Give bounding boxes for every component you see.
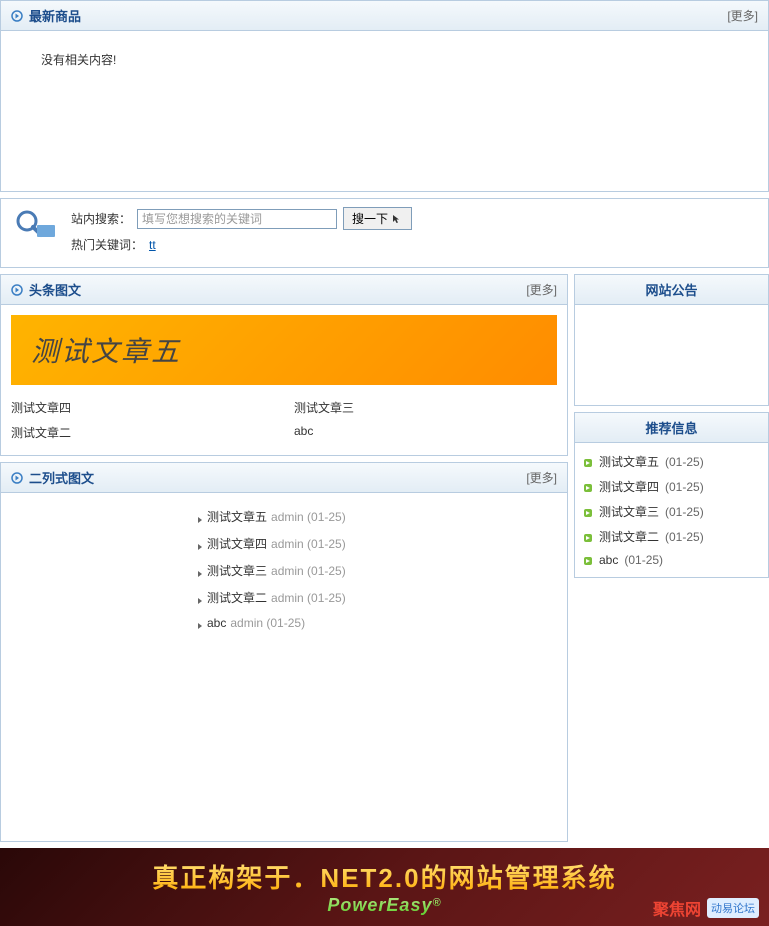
- cursor-icon: [391, 214, 403, 224]
- banner-title: 测试文章五: [31, 330, 537, 370]
- search-panel: 站内搜索： 搜一下 热门关键词： tt: [0, 198, 769, 268]
- triangle-icon: [197, 540, 203, 548]
- more-link[interactable]: [更多]: [526, 281, 557, 298]
- search-magnifier-icon: [11, 207, 59, 239]
- side-item: 测试文章三 (01-25): [583, 499, 760, 524]
- side-item: 测试文章二 (01-25): [583, 524, 760, 549]
- side-item-title[interactable]: 测试文章五: [599, 453, 659, 470]
- announce-body: [575, 305, 768, 405]
- twocol-list: 测试文章五admin (01-25)测试文章四admin (01-25)测试文章…: [191, 503, 557, 635]
- side-item-title[interactable]: abc: [599, 553, 618, 567]
- side-item-title[interactable]: 测试文章四: [599, 478, 659, 495]
- arrow-icon: [11, 284, 23, 296]
- side-item: 测试文章五 (01-25): [583, 449, 760, 474]
- list-item-meta: admin (01-25): [271, 537, 346, 551]
- more-link[interactable]: [更多]: [526, 469, 557, 486]
- triangle-icon: [197, 567, 203, 575]
- headline-links: 测试文章四 测试文章三 测试文章二 abc: [11, 395, 557, 445]
- more-link[interactable]: [更多]: [727, 7, 758, 24]
- panel-title: 二列式图文: [29, 468, 94, 487]
- bullet-icon: [583, 555, 593, 565]
- side-item: 测试文章四 (01-25): [583, 474, 760, 499]
- search-input[interactable]: [137, 209, 337, 229]
- hot-keywords-label: 热门关键词：: [71, 236, 143, 253]
- recommend-header: 推荐信息: [575, 413, 768, 443]
- latest-goods-header: 最新商品 [更多]: [1, 1, 768, 31]
- list-item-title[interactable]: 测试文章二: [207, 589, 267, 606]
- triangle-icon: [197, 513, 203, 521]
- headline-header: 头条图文 [更多]: [1, 275, 567, 305]
- side-item-date: (01-25): [665, 530, 704, 544]
- announce-header: 网站公告: [575, 275, 768, 305]
- list-item-title[interactable]: abc: [207, 616, 226, 630]
- search-label: 站内搜索：: [71, 210, 131, 227]
- latest-goods-panel: 最新商品 [更多] 没有相关内容!: [0, 0, 769, 192]
- hot-keyword-link[interactable]: tt: [149, 238, 156, 252]
- recommend-list: 测试文章五(01-25)测试文章四(01-25)测试文章三(01-25)测试文章…: [575, 443, 768, 577]
- side-item-date: (01-25): [665, 480, 704, 494]
- footer-main-text: 真正构架于．NET2.0的网站管理系统: [20, 858, 749, 895]
- list-item-meta: admin (01-25): [271, 591, 346, 605]
- side-item-title[interactable]: 测试文章二: [599, 528, 659, 545]
- footer-banner: 真正构架于．NET2.0的网站管理系统 PowerEasy® 聚焦网 动易论坛: [0, 848, 769, 926]
- bullet-icon: [583, 532, 593, 542]
- list-item-meta: admin (01-25): [271, 564, 346, 578]
- twocol-panel: 二列式图文 [更多] 测试文章五 admin (01-25) 测试文章四 admin …: [0, 462, 568, 842]
- triangle-icon: [197, 619, 203, 627]
- list-item-meta: admin (01-25): [230, 616, 305, 630]
- footer-logo-juji[interactable]: 聚焦网: [653, 896, 701, 920]
- recommend-panel: 推荐信息 测试文章五 (01-25) 测试文章四 (01-25) 测试文章三 (01-25…: [574, 412, 769, 578]
- announce-panel: 网站公告: [574, 274, 769, 406]
- headline-link[interactable]: 测试文章二: [11, 424, 274, 441]
- search-button-label: 搜一下: [352, 210, 388, 227]
- arrow-icon: [11, 10, 23, 22]
- side-item-date: (01-25): [665, 455, 704, 469]
- list-item: abc admin (01-25): [195, 611, 557, 635]
- arrow-icon: [11, 472, 23, 484]
- footer-logo-dongyi[interactable]: 动易论坛: [707, 898, 759, 918]
- list-item: 测试文章五 admin (01-25): [195, 503, 557, 530]
- panel-title: 最新商品: [29, 6, 81, 25]
- list-item: 测试文章四 admin (01-25): [195, 530, 557, 557]
- footer-reg-mark: ®: [432, 897, 441, 909]
- panel-title: 头条图文: [29, 280, 81, 299]
- side-item-date: (01-25): [624, 553, 663, 567]
- headline-banner[interactable]: 测试文章五: [11, 315, 557, 385]
- side-item-date: (01-25): [665, 505, 704, 519]
- headline-link[interactable]: 测试文章三: [294, 399, 557, 416]
- list-item-title[interactable]: 测试文章五: [207, 508, 267, 525]
- side-item-title[interactable]: 测试文章三: [599, 503, 659, 520]
- list-item: 测试文章三 admin (01-25): [195, 557, 557, 584]
- empty-message: 没有相关内容!: [1, 31, 768, 191]
- headline-link[interactable]: 测试文章四: [11, 399, 274, 416]
- panel-title: 网站公告: [585, 280, 758, 299]
- search-button[interactable]: 搜一下: [343, 207, 412, 230]
- bullet-icon: [583, 482, 593, 492]
- footer-brand: PowerEasy: [327, 895, 432, 915]
- list-item: 测试文章二 admin (01-25): [195, 584, 557, 611]
- headline-link[interactable]: abc: [294, 424, 557, 441]
- side-item: abc (01-25): [583, 549, 760, 571]
- list-thumbnail-placeholder: [11, 503, 191, 635]
- bullet-icon: [583, 457, 593, 467]
- headline-panel: 头条图文 [更多] 测试文章五 测试文章四 测试文章三 测试文章二 abc: [0, 274, 568, 456]
- bullet-icon: [583, 507, 593, 517]
- list-item-meta: admin (01-25): [271, 510, 346, 524]
- triangle-icon: [197, 594, 203, 602]
- panel-title: 推荐信息: [585, 418, 758, 437]
- list-item-title[interactable]: 测试文章四: [207, 535, 267, 552]
- twocol-header: 二列式图文 [更多]: [1, 463, 567, 493]
- list-item-title[interactable]: 测试文章三: [207, 562, 267, 579]
